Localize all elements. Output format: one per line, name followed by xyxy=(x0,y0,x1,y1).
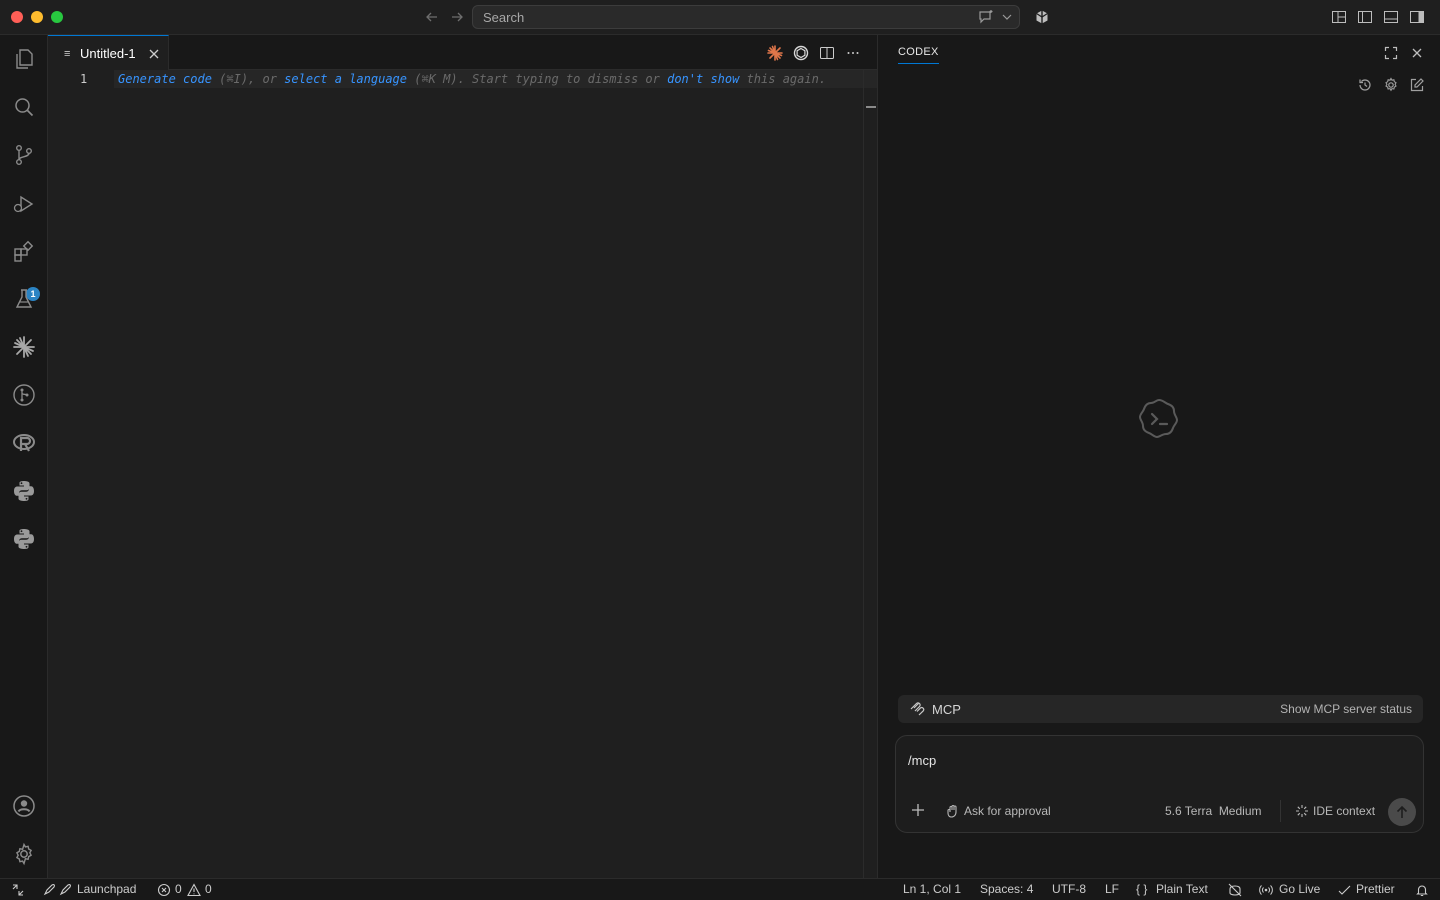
tab-untitled-1[interactable]: ≡ Untitled-1 xyxy=(48,35,169,70)
end-of-line[interactable]: LF xyxy=(1105,882,1119,896)
approval-mode-button[interactable]: Ask for approval xyxy=(964,804,1051,818)
code-editor[interactable] xyxy=(48,70,877,878)
editor-tab-bar: ≡ Untitled-1 xyxy=(48,35,877,70)
hint-text-2: (⌘K M). Start typing to dismiss or xyxy=(407,72,668,86)
warning-count[interactable]: 0 xyxy=(205,882,212,896)
toggle-panel-icon[interactable] xyxy=(1383,9,1399,25)
generate-code-link[interactable]: Generate code xyxy=(118,72,212,86)
bell-icon[interactable] xyxy=(1415,883,1429,897)
broadcast-icon xyxy=(1259,883,1273,897)
add-attachment-icon[interactable] xyxy=(910,802,926,818)
mcp-description: Show MCP server status xyxy=(1280,702,1412,716)
toggle-secondary-sidebar-icon[interactable] xyxy=(1409,9,1425,25)
vscode-window: Search 1 ≡ Untitled-1 1 Generate code (⌘… xyxy=(0,0,1440,900)
search-placeholder: Search xyxy=(483,10,525,25)
python-environments-icon[interactable] xyxy=(12,527,36,551)
hand-icon xyxy=(946,804,960,818)
run-debug-icon[interactable] xyxy=(12,192,36,216)
minimize-window-button[interactable] xyxy=(31,11,43,23)
sparkle-icon xyxy=(1295,804,1309,818)
codex-logo-icon xyxy=(1137,397,1181,441)
close-window-button[interactable] xyxy=(11,11,23,23)
more-actions-icon[interactable] xyxy=(845,45,861,61)
check-double-icon xyxy=(1338,883,1352,897)
tab-label: Untitled-1 xyxy=(80,46,136,61)
source-control-icon[interactable] xyxy=(12,143,36,167)
launchpad-rocket-icon xyxy=(42,883,72,897)
copilot-icon[interactable] xyxy=(1034,9,1050,25)
ide-context-toggle[interactable]: IDE context xyxy=(1313,804,1375,818)
cursor-position[interactable]: Ln 1, Col 1 xyxy=(903,882,961,896)
remote-icon[interactable] xyxy=(11,883,25,897)
text-file-icon: ≡ xyxy=(64,48,71,60)
close-icon[interactable] xyxy=(147,47,161,61)
warning-icon xyxy=(187,883,201,897)
back-arrow-icon[interactable] xyxy=(423,8,441,26)
mcp-label: MCP xyxy=(932,702,961,717)
indentation[interactable]: Spaces: 4 xyxy=(980,882,1033,896)
composer-input[interactable]: /mcp xyxy=(908,753,936,768)
forward-arrow-icon[interactable] xyxy=(448,8,466,26)
language-mode[interactable]: Plain Text xyxy=(1156,882,1208,896)
status-bar: Launchpad 0 0 Ln 1, Col 1 Spaces: 4 UTF-… xyxy=(0,878,1440,900)
model-selector[interactable]: 5.6 Terra Medium xyxy=(1165,804,1262,818)
go-live-button[interactable]: Go Live xyxy=(1279,882,1320,896)
cursor-position-marker xyxy=(866,106,876,108)
copilot-status-icon[interactable] xyxy=(1228,883,1242,897)
explorer-icon[interactable] xyxy=(12,47,36,71)
copilot-chat-icon[interactable] xyxy=(977,9,995,25)
testing-flask-icon[interactable] xyxy=(12,287,36,311)
editor-scrollbar[interactable] xyxy=(863,70,877,878)
editor-area: ≡ Untitled-1 1 Generate code (⌘I), or se xyxy=(48,35,877,878)
error-count[interactable]: 0 xyxy=(175,882,182,896)
manage-gear-icon[interactable] xyxy=(12,842,36,866)
claude-code-icon[interactable] xyxy=(767,45,783,61)
send-button[interactable] xyxy=(1388,798,1416,826)
select-language-link[interactable]: select a language xyxy=(284,72,407,86)
line-number: 1 xyxy=(80,72,88,86)
new-chat-icon[interactable] xyxy=(1409,77,1425,93)
encoding[interactable]: UTF-8 xyxy=(1052,882,1086,896)
accounts-icon[interactable] xyxy=(12,794,36,818)
dont-show-link[interactable]: don't show xyxy=(667,72,739,86)
title-bar: Search xyxy=(0,0,1440,35)
activity-bar: 1 xyxy=(0,35,48,878)
split-editor-icon[interactable] xyxy=(819,45,835,61)
toggle-primary-sidebar-icon[interactable] xyxy=(1357,9,1373,25)
model-name: 5.6 Terra xyxy=(1165,804,1213,818)
r-language-icon[interactable] xyxy=(12,431,36,455)
zoom-window-button[interactable] xyxy=(51,11,63,23)
codex-panel: CODEX MCP Show MCP server status /mcp As… xyxy=(877,35,1440,878)
settings-gear-icon[interactable] xyxy=(1383,77,1399,93)
maximize-icon[interactable] xyxy=(1383,45,1399,61)
error-icon xyxy=(157,883,171,897)
composer-divider xyxy=(1280,800,1281,822)
panel-title-tab[interactable]: CODEX xyxy=(898,46,939,64)
close-panel-icon[interactable] xyxy=(1409,45,1425,61)
chat-composer[interactable]: /mcp Ask for approval 5.6 Terra Medium I… xyxy=(895,735,1424,833)
customize-layout-icon[interactable] xyxy=(1331,9,1347,25)
extensions-icon[interactable] xyxy=(12,240,36,264)
hint-text-3: this again. xyxy=(739,72,827,86)
chevron-down-icon[interactable] xyxy=(1001,9,1013,25)
python-icon[interactable] xyxy=(12,479,36,503)
prettier-button[interactable]: Prettier xyxy=(1356,882,1395,896)
empty-editor-hint: Generate code (⌘I), or select a language… xyxy=(118,72,826,86)
mcp-command-suggestion[interactable]: MCP Show MCP server status xyxy=(898,695,1423,723)
mcp-icon xyxy=(909,701,925,717)
openai-icon[interactable] xyxy=(793,45,809,61)
launchpad-button[interactable]: Launchpad xyxy=(77,882,136,896)
search-icon[interactable] xyxy=(12,95,36,119)
effort-level: Medium xyxy=(1218,804,1262,818)
history-icon[interactable] xyxy=(1357,77,1373,93)
hint-text-1: (⌘I), or xyxy=(211,72,285,86)
braces-icon: { } xyxy=(1136,882,1148,896)
gitlens-icon[interactable] xyxy=(12,383,36,407)
command-center-search[interactable]: Search xyxy=(472,5,1020,29)
claude-icon[interactable] xyxy=(12,335,36,359)
search-actions xyxy=(977,9,1013,25)
